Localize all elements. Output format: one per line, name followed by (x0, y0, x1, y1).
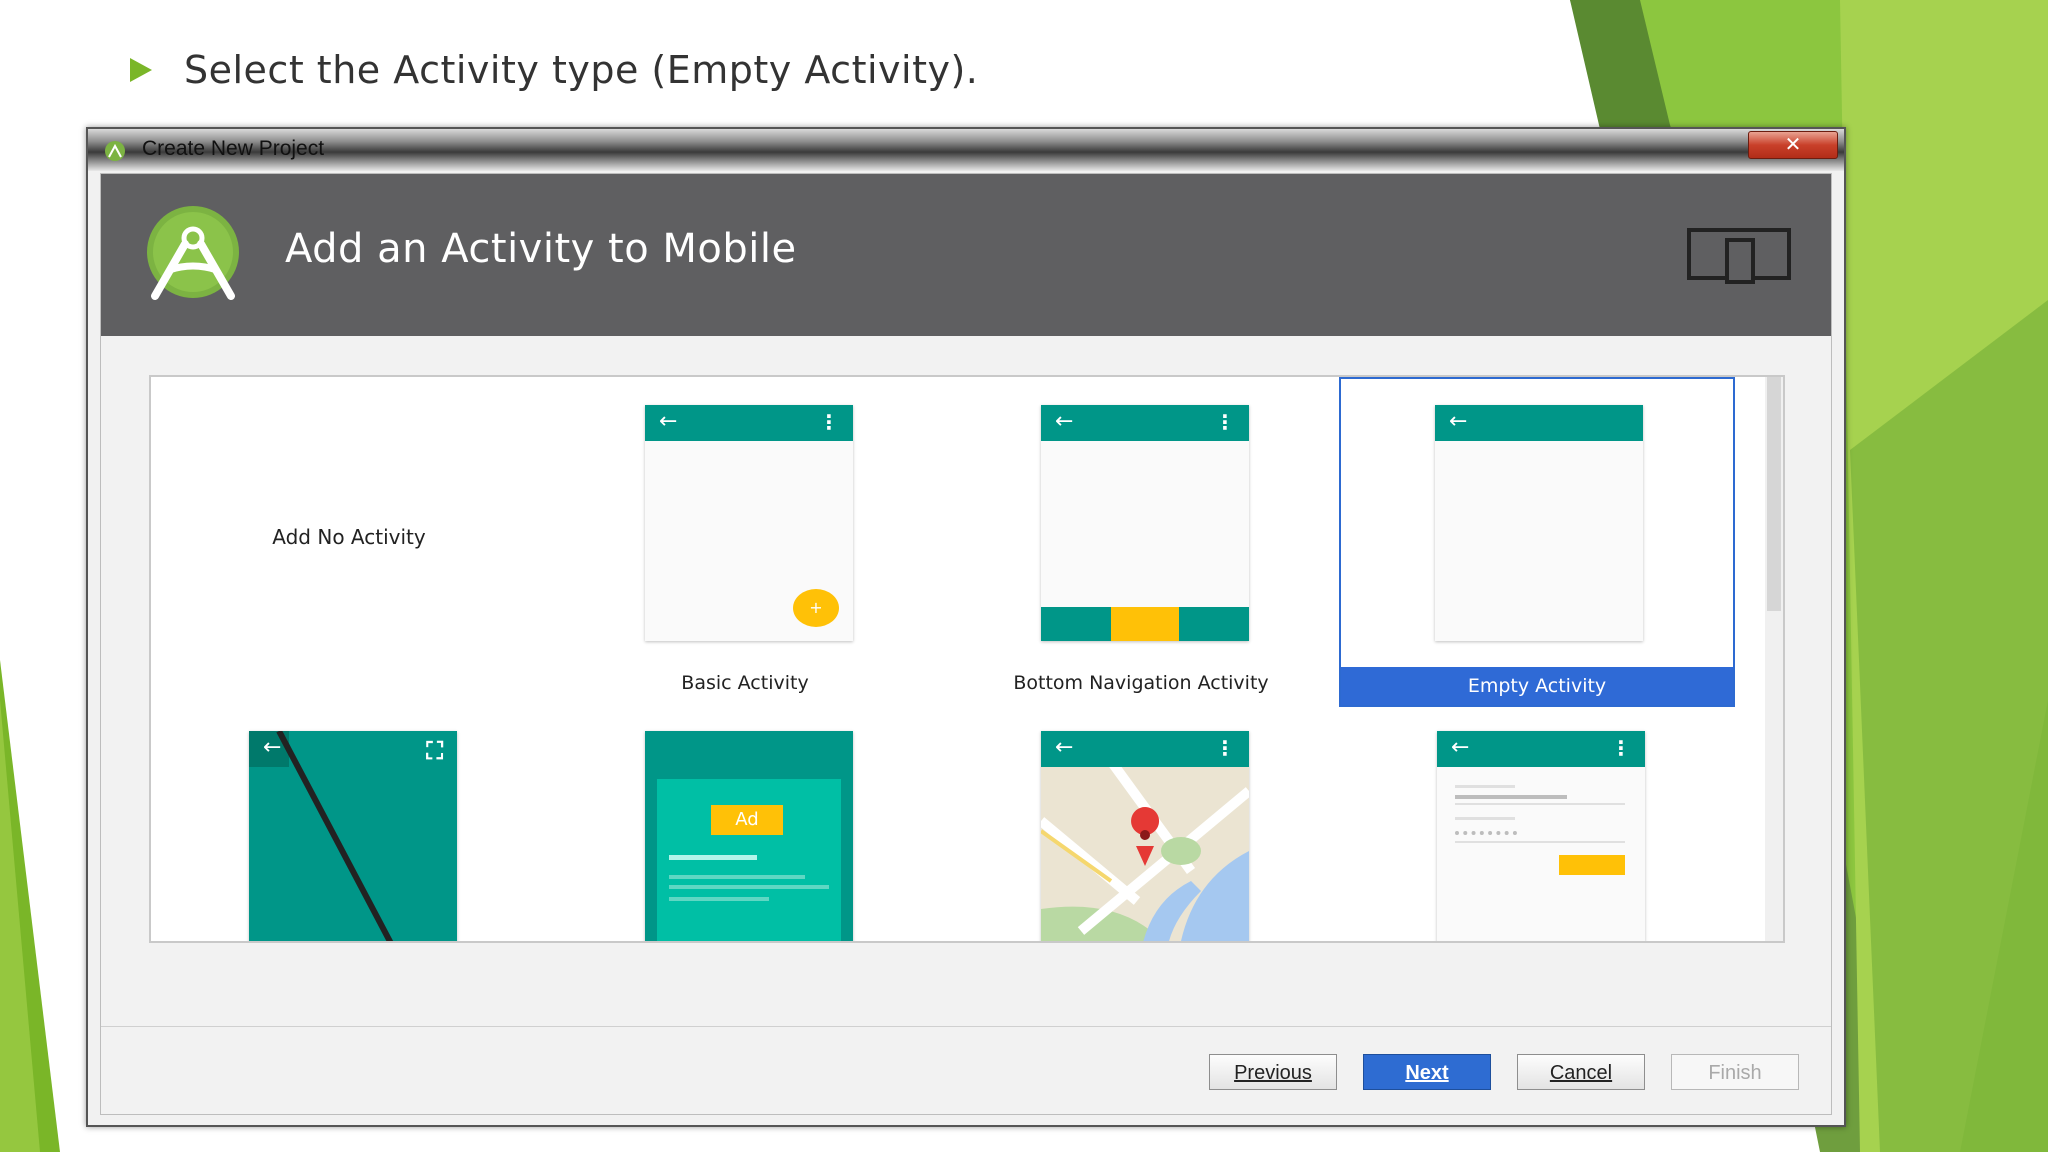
empty-activity-preview: ← (1435, 405, 1643, 641)
fab-plus-icon: + (793, 589, 839, 627)
basic-activity-preview: ← ⋮ + (645, 405, 853, 641)
ad-badge: Ad (711, 805, 783, 835)
app-bar: ← (1435, 405, 1643, 441)
tile-login-activity[interactable]: ← ⋮ (1339, 711, 1735, 941)
slide-instruction: Select the Activity type (Empty Activity… (184, 48, 979, 92)
next-button[interactable]: Next (1363, 1054, 1491, 1090)
android-studio-icon (105, 141, 125, 161)
login-preview: ← ⋮ (1437, 731, 1645, 941)
android-studio-logo (147, 206, 239, 300)
selected-nav-item (1111, 607, 1179, 641)
tile-basic-activity[interactable]: ← ⋮ + Basic Activity (547, 377, 943, 707)
tile-label: Basic Activity (681, 672, 809, 694)
footer-divider (101, 1026, 1831, 1027)
app-bar: ← ⋮ (1041, 731, 1249, 767)
tile-bottom-navigation-activity[interactable]: ← ⋮ Bottom Navigation Activity (943, 377, 1339, 707)
tile-label: Bottom Navigation Activity (1013, 672, 1269, 694)
previous-button[interactable]: Previous (1209, 1054, 1337, 1090)
fullscreen-preview: ← ⛶ (249, 731, 457, 941)
tile-admob-activity[interactable]: Ad (547, 711, 943, 941)
previous-label: Previous (1234, 1062, 1312, 1084)
bottom-nav-preview: ← ⋮ (1041, 405, 1249, 641)
tile-maps-activity[interactable]: ← ⋮ (943, 711, 1339, 941)
bullet-arrow-icon (130, 58, 152, 82)
window-titlebar[interactable]: Create New Project ✕ (88, 129, 1844, 171)
tile-label: Add No Activity (272, 525, 426, 549)
bottom-navigation-bar (1041, 607, 1249, 641)
dialog-body: Add an Activity to Mobile Add No Activit… (100, 173, 1832, 1115)
back-arrow-icon: ← (659, 409, 678, 434)
create-project-dialog: Create New Project ✕ Add an Activity to … (86, 127, 1846, 1127)
tile-label: Empty Activity (1341, 667, 1733, 705)
app-bar: ← ⋮ (645, 405, 853, 441)
overflow-menu-icon: ⋮ (1215, 736, 1235, 760)
next-label: Next (1405, 1062, 1449, 1084)
tile-fullscreen-activity[interactable]: ← ⛶ (151, 711, 547, 941)
back-arrow-icon: ← (1449, 409, 1468, 434)
app-bar: ← ⋮ (1437, 731, 1645, 767)
overflow-menu-icon: ⋮ (1215, 410, 1235, 434)
maps-preview: ← ⋮ (1041, 731, 1249, 941)
cancel-label: Cancel (1549, 1062, 1613, 1084)
app-bar: ← ⋮ (1041, 405, 1249, 441)
scrollbar-thumb[interactable] (1767, 377, 1781, 611)
overflow-menu-icon: ⋮ (819, 410, 839, 434)
window-title: Create New Project (142, 137, 325, 160)
close-button[interactable]: ✕ (1748, 131, 1838, 159)
slide-bullet: Select the Activity type (Empty Activity… (130, 48, 978, 92)
finish-button[interactable]: Finish (1671, 1054, 1799, 1090)
dialog-header: Add an Activity to Mobile (101, 174, 1831, 336)
admob-preview: Ad (645, 731, 853, 941)
overflow-menu-icon: ⋮ (1611, 736, 1631, 760)
back-arrow-icon: ← (1055, 735, 1074, 760)
back-arrow-icon: ← (1055, 409, 1074, 434)
page-title: Add an Activity to Mobile (285, 226, 797, 272)
diagonal-line (276, 731, 394, 941)
gallery-scrollbar[interactable] (1765, 377, 1783, 941)
tile-add-no-activity[interactable]: Add No Activity (151, 377, 547, 707)
tile-empty-activity[interactable]: ← Empty Activity (1339, 377, 1735, 707)
back-arrow-icon: ← (1451, 735, 1470, 760)
activity-gallery: Add No Activity ← ⋮ + Basic Activity ← ⋮ (149, 375, 1785, 943)
phone-tablet-icon (1687, 228, 1791, 284)
cancel-button[interactable]: Cancel (1517, 1054, 1645, 1090)
sign-in-button-preview (1559, 855, 1625, 875)
